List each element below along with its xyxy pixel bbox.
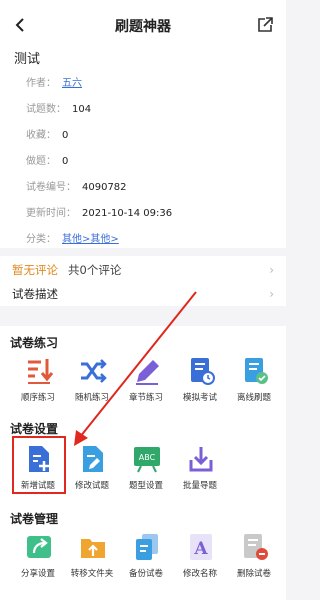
delete-paper-label: 删除试卷 — [236, 569, 271, 579]
updated-row: 更新时间： 2021-10-14 09:36 — [26, 204, 172, 219]
updated-value: 2021-10-14 09:36 — [82, 208, 173, 219]
id-row: 试卷编号： 4090782 — [26, 178, 127, 193]
description-label: 试卷描述 — [12, 287, 58, 301]
exam-doc-icon — [191, 358, 215, 385]
share-icon[interactable] — [256, 16, 274, 34]
rename-button[interactable]: A 修改名称 — [174, 532, 226, 600]
delete-doc-icon — [244, 534, 268, 560]
practice-section: 试卷练习 顺序练习 随机练习 章节练习 模拟考试 离线刷题 — [0, 326, 286, 410]
backup-doc-icon — [136, 534, 158, 560]
font-a-icon: A — [190, 534, 212, 560]
author-label: 作者： — [26, 78, 56, 89]
id-label: 试卷编号： — [26, 182, 76, 193]
category-link[interactable]: 其他>其他> — [62, 234, 119, 245]
offline-doc-icon — [245, 358, 268, 384]
svg-text:A: A — [193, 539, 208, 559]
svg-text:ABC: ABC — [139, 453, 156, 462]
no-comment-text: 暂无评论 — [12, 263, 58, 277]
comments-row[interactable]: 暂无评论 共0个评论 › — [12, 258, 276, 282]
move-folder-button[interactable]: 转移文件夹 — [66, 532, 118, 600]
author-link[interactable]: 五六 — [62, 78, 82, 89]
pencil-icon — [136, 360, 159, 385]
manage-title: 试卷管理 — [10, 512, 59, 526]
share-box-icon — [27, 536, 51, 558]
chevron-right-icon: › — [269, 287, 274, 301]
fav-label: 收藏： — [26, 130, 56, 141]
backup-paper-button[interactable]: 备份试卷 — [120, 532, 172, 600]
author-row: 作者： 五六 — [26, 74, 82, 89]
chevron-right-icon: › — [269, 263, 274, 277]
app-header: 刷题神器 — [0, 0, 286, 52]
paper-title: 测试 — [14, 52, 41, 67]
delete-paper-button[interactable]: 删除试卷 — [228, 532, 280, 600]
chevron-left-icon — [15, 18, 24, 32]
done-label: 做题： — [26, 156, 56, 167]
edit-doc-icon — [83, 446, 103, 472]
highlight-box — [12, 436, 66, 494]
offline-practice-label: 离线刷题 — [236, 393, 271, 403]
back-button[interactable] — [10, 14, 32, 36]
manage-section: 试卷管理 分享设置 转移文件夹 备份试卷 A 修改名称 删除试卷 — [0, 498, 286, 600]
updated-label: 更新时间： — [26, 208, 76, 219]
count-value: 104 — [72, 104, 92, 115]
done-value: 0 — [62, 156, 69, 167]
fav-row: 收藏： 0 — [26, 126, 68, 141]
count-label: 试题数： — [26, 104, 66, 115]
paper-info-card: 测试 作者： 五六 试题数： 104 收藏： 0 做题： 0 试卷编号： 4090782 … — [0, 52, 286, 248]
category-label: 分类： — [26, 234, 56, 245]
import-icon — [189, 447, 213, 472]
folder-upload-icon — [81, 539, 105, 558]
description-row[interactable]: 试卷描述 › — [12, 282, 276, 306]
page-title: 刷题神器 — [115, 19, 171, 35]
comment-count: 共0个评论 — [68, 263, 122, 277]
fav-value: 0 — [62, 130, 69, 141]
abc-board-icon: ABC — [134, 447, 160, 473]
id-value: 4090782 — [82, 182, 127, 193]
category-row: 分类： 其他>其他> — [26, 230, 119, 245]
practice-title: 试卷练习 — [10, 336, 59, 350]
done-row: 做题： 0 — [26, 152, 68, 167]
share-settings-button[interactable]: 分享设置 — [12, 532, 64, 600]
shuffle-icon — [81, 359, 107, 383]
sort-icon — [28, 359, 53, 384]
batch-import-label: 批量导题 — [182, 481, 217, 491]
comments-card: 暂无评论 共0个评论 › 试卷描述 › — [0, 256, 286, 306]
settings-title: 试卷设置 — [10, 422, 59, 436]
count-row: 试题数： 104 — [26, 100, 91, 115]
